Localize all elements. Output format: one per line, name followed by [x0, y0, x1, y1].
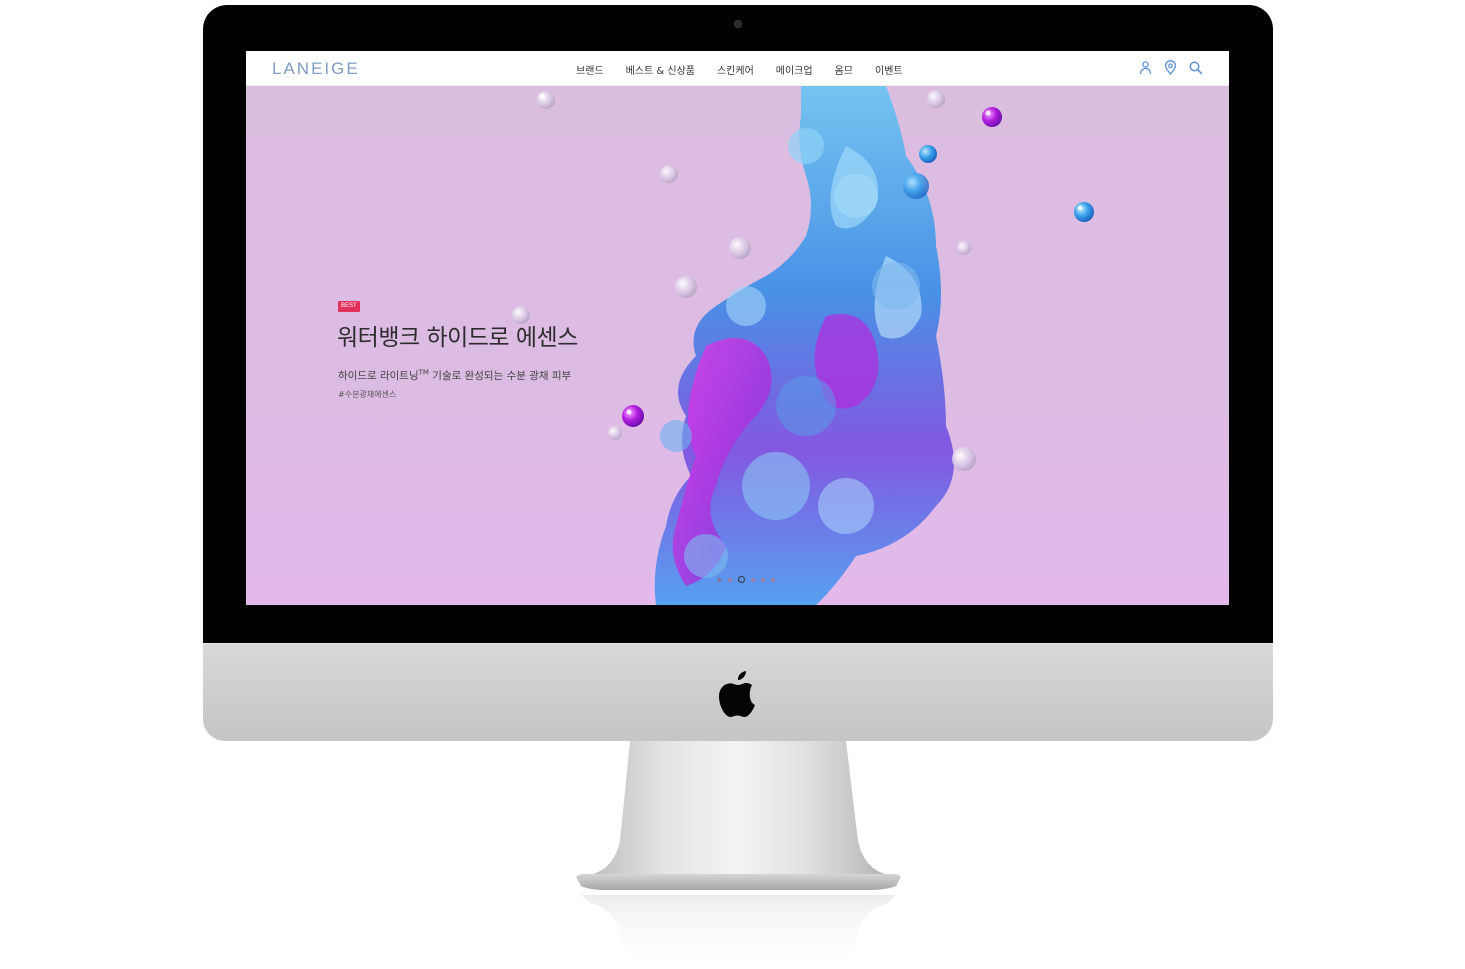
nav-item-brand[interactable]: 브랜드 — [576, 62, 604, 77]
hero-banner[interactable]: BEST 워터뱅크 하이드로 에센스 하이드로 라이트닝TM 기술로 완성되는 … — [246, 86, 1229, 605]
slide-pager — [718, 576, 775, 583]
apple-logo-icon — [719, 671, 755, 717]
laneige-logo[interactable]: LANEIGE — [272, 59, 360, 79]
nav-item-best-new[interactable]: 베스트 & 신상품 — [626, 62, 695, 77]
pager-dot-2-active[interactable] — [738, 576, 745, 583]
hero-hashtag[interactable]: #수분광채에센스 — [338, 389, 396, 400]
nav-item-homme[interactable]: 옴므 — [835, 62, 853, 77]
utility-icons — [1138, 60, 1203, 75]
nav-item-skincare[interactable]: 스킨케어 — [717, 62, 754, 77]
stand-reflection — [581, 895, 896, 969]
best-badge: BEST — [338, 301, 360, 312]
monitor-chin — [203, 643, 1273, 741]
pager-dot-5[interactable] — [771, 577, 775, 582]
main-nav: 브랜드 베스트 & 신상품 스킨케어 메이크업 옴므 이벤트 — [576, 62, 903, 77]
subline-before: 하이드로 라이트닝 — [338, 370, 419, 382]
monitor-stand — [576, 741, 901, 890]
location-pin-icon[interactable] — [1163, 60, 1178, 75]
site-header: LANEIGE 브랜드 베스트 & 신상품 스킨케어 메이크업 옴므 이벤트 — [246, 51, 1229, 86]
pager-dot-1[interactable] — [728, 577, 732, 582]
stage: LANEIGE 브랜드 베스트 & 신상품 스킨케어 메이크업 옴므 이벤트 B… — [0, 0, 1465, 969]
nav-item-makeup[interactable]: 메이크업 — [776, 62, 813, 77]
subline-after: 기술로 완성되는 수분 광채 피부 — [428, 370, 572, 382]
trademark-sup: TM — [418, 368, 429, 377]
user-icon[interactable] — [1138, 60, 1153, 75]
hero-subline: 하이드로 라이트닝TM 기술로 완성되는 수분 광채 피부 — [338, 368, 571, 383]
imac-monitor: LANEIGE 브랜드 베스트 & 신상품 스킨케어 메이크업 옴므 이벤트 B… — [203, 5, 1273, 741]
nav-item-event[interactable]: 이벤트 — [875, 62, 903, 77]
play-icon[interactable] — [718, 576, 722, 583]
pager-dot-3[interactable] — [751, 577, 755, 582]
hero-headline[interactable]: 워터뱅크 하이드로 에센스 — [337, 318, 578, 352]
search-icon[interactable] — [1188, 60, 1203, 75]
browser-screen: LANEIGE 브랜드 베스트 & 신상품 스킨케어 메이크업 옴므 이벤트 B… — [246, 51, 1229, 605]
camera-icon — [734, 20, 742, 28]
pager-dot-4[interactable] — [761, 577, 765, 582]
